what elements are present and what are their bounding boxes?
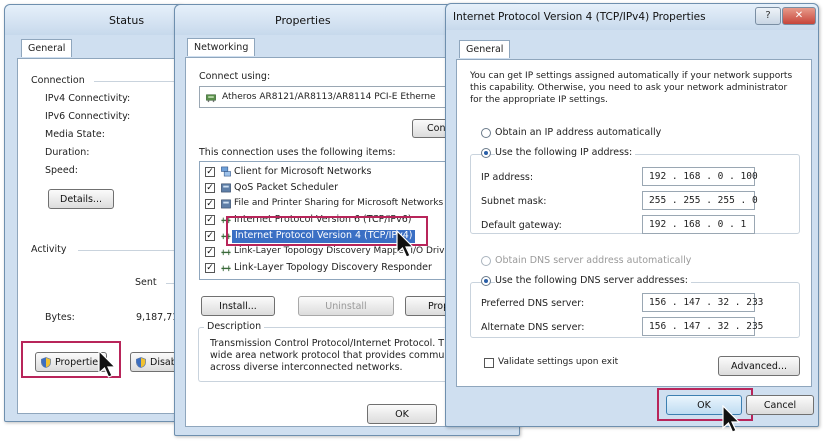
manual-dns-radio[interactable]	[481, 276, 491, 286]
auto-dns-radio[interactable]	[481, 256, 491, 266]
cursor-arrow-icon	[722, 405, 741, 433]
network-client-icon	[221, 166, 231, 177]
ipv4-properties-window: Internet Protocol Version 4 (TCP/IPv4) P…	[445, 3, 819, 427]
media-state-label: Media State:	[45, 129, 105, 140]
connection-divider	[94, 81, 186, 82]
alternate-dns-field[interactable]: 156 . 147 . 32 . 235	[642, 317, 763, 336]
install-button[interactable]: Install...	[201, 296, 275, 316]
gateway-label: Default gateway:	[481, 220, 562, 231]
activity-header: Activity	[31, 244, 67, 255]
items-label: This connection uses the following items…	[199, 147, 396, 158]
item-checkbox[interactable]: ✓	[205, 263, 215, 273]
description-line-3: across diverse interconnected networks.	[210, 362, 403, 373]
manual-ip-radio[interactable]	[481, 148, 491, 158]
item-label: Client for Microsoft Networks	[234, 166, 372, 177]
subnet-mask-label: Subnet mask:	[481, 196, 547, 207]
cursor-arrow-icon	[98, 350, 117, 378]
close-button[interactable]: ✕	[782, 7, 816, 25]
item-label: Link-Layer Topology Discovery Responder	[234, 262, 432, 273]
duration-label: Duration:	[45, 147, 90, 158]
protocol-icon	[221, 265, 231, 272]
activity-divider	[78, 250, 186, 251]
adapter-name: Atheros AR8121/AR8113/AR8114 PCI-E Ether…	[222, 92, 436, 102]
ipv4-client-area: You can get IP settings assigned automat…	[456, 59, 812, 387]
item-checkbox[interactable]: ✓	[205, 167, 215, 177]
ipv4-cancel-button[interactable]: Cancel	[746, 395, 814, 415]
ip-address-field[interactable]: 192 . 168 . 0 . 100	[642, 167, 758, 186]
service-icon	[221, 199, 231, 209]
connect-using-label: Connect using:	[199, 71, 271, 82]
preferred-dns-label: Preferred DNS server:	[481, 298, 585, 309]
auto-dns-label[interactable]: Obtain DNS server address automatically	[495, 255, 691, 266]
subnet-mask-field[interactable]: 255 . 255 . 255 . 0	[642, 191, 758, 210]
intro-line-1: You can get IP settings assigned automat…	[470, 71, 793, 81]
item-checkbox[interactable]: ✓	[205, 183, 215, 193]
ipv4-title: Internet Protocol Version 4 (TCP/IPv4) P…	[453, 11, 706, 23]
service-icon	[221, 183, 231, 193]
item-label: QoS Packet Scheduler	[234, 182, 338, 193]
item-checkbox[interactable]: ✓	[205, 215, 215, 225]
speed-label: Speed:	[45, 165, 78, 176]
ipv6-connectivity-label: IPv6 Connectivity:	[45, 111, 131, 122]
manual-ip-label[interactable]: Use the following IP address:	[495, 147, 636, 158]
ipv4-connectivity-label: IPv4 Connectivity:	[45, 93, 131, 104]
shield-icon	[136, 356, 146, 368]
tab-networking[interactable]: Networking	[187, 38, 256, 56]
item-checkbox[interactable]: ✓	[205, 199, 215, 209]
help-button[interactable]: ?	[755, 7, 781, 25]
status-titlebar[interactable]: Status	[5, 5, 183, 35]
properties-ok-button[interactable]: OK	[367, 404, 437, 424]
status-window: Status General Connection IPv4 Connectiv…	[4, 4, 186, 422]
intro-line-2: this capability. Otherwise, you need to …	[470, 83, 788, 93]
manual-dns-label[interactable]: Use the following DNS server addresses:	[495, 275, 691, 286]
validate-checkbox[interactable]	[484, 358, 494, 368]
bytes-sent-value: 9,187,71	[136, 312, 179, 323]
gateway-field[interactable]: 192 . 168 . 0 . 1	[642, 215, 755, 234]
details-button[interactable]: Details...	[48, 189, 114, 209]
description-line-1: Transmission Control Protocol/Internet P…	[210, 338, 466, 349]
auto-ip-radio[interactable]	[481, 128, 491, 138]
uninstall-button[interactable]: Uninstall	[298, 296, 394, 316]
validate-label[interactable]: Validate settings upon exit	[498, 357, 618, 367]
item-checkbox[interactable]: ✓	[205, 247, 215, 257]
item-checkbox[interactable]: ✓	[205, 231, 215, 241]
advanced-button[interactable]: Advanced...	[718, 356, 800, 376]
intro-line-3: for the appropriate IP settings.	[470, 95, 608, 105]
status-title: Status	[109, 14, 145, 27]
ipv4-titlebar[interactable]: Internet Protocol Version 4 (TCP/IPv4) P…	[446, 4, 818, 30]
sent-label: Sent	[135, 277, 157, 288]
bytes-label: Bytes:	[45, 312, 75, 323]
protocol-icon	[221, 249, 231, 256]
connection-header: Connection	[31, 75, 85, 86]
tab-general[interactable]: General	[459, 40, 511, 58]
network-adapter-icon	[206, 94, 216, 103]
properties-title: Properties	[275, 14, 331, 27]
tab-general[interactable]: General	[21, 39, 73, 57]
auto-ip-label[interactable]: Obtain an IP address automatically	[495, 127, 661, 138]
description-label: Description	[204, 321, 265, 332]
preferred-dns-field[interactable]: 156 . 147 . 32 . 233	[642, 293, 763, 312]
ip-address-label: IP address:	[481, 172, 534, 183]
alternate-dns-label: Alternate DNS server:	[481, 322, 585, 333]
cursor-arrow-icon	[396, 230, 415, 258]
description-line-2: wide area network protocol that provides…	[210, 350, 471, 361]
item-label: File and Printer Sharing for Microsoft N…	[234, 198, 444, 208]
